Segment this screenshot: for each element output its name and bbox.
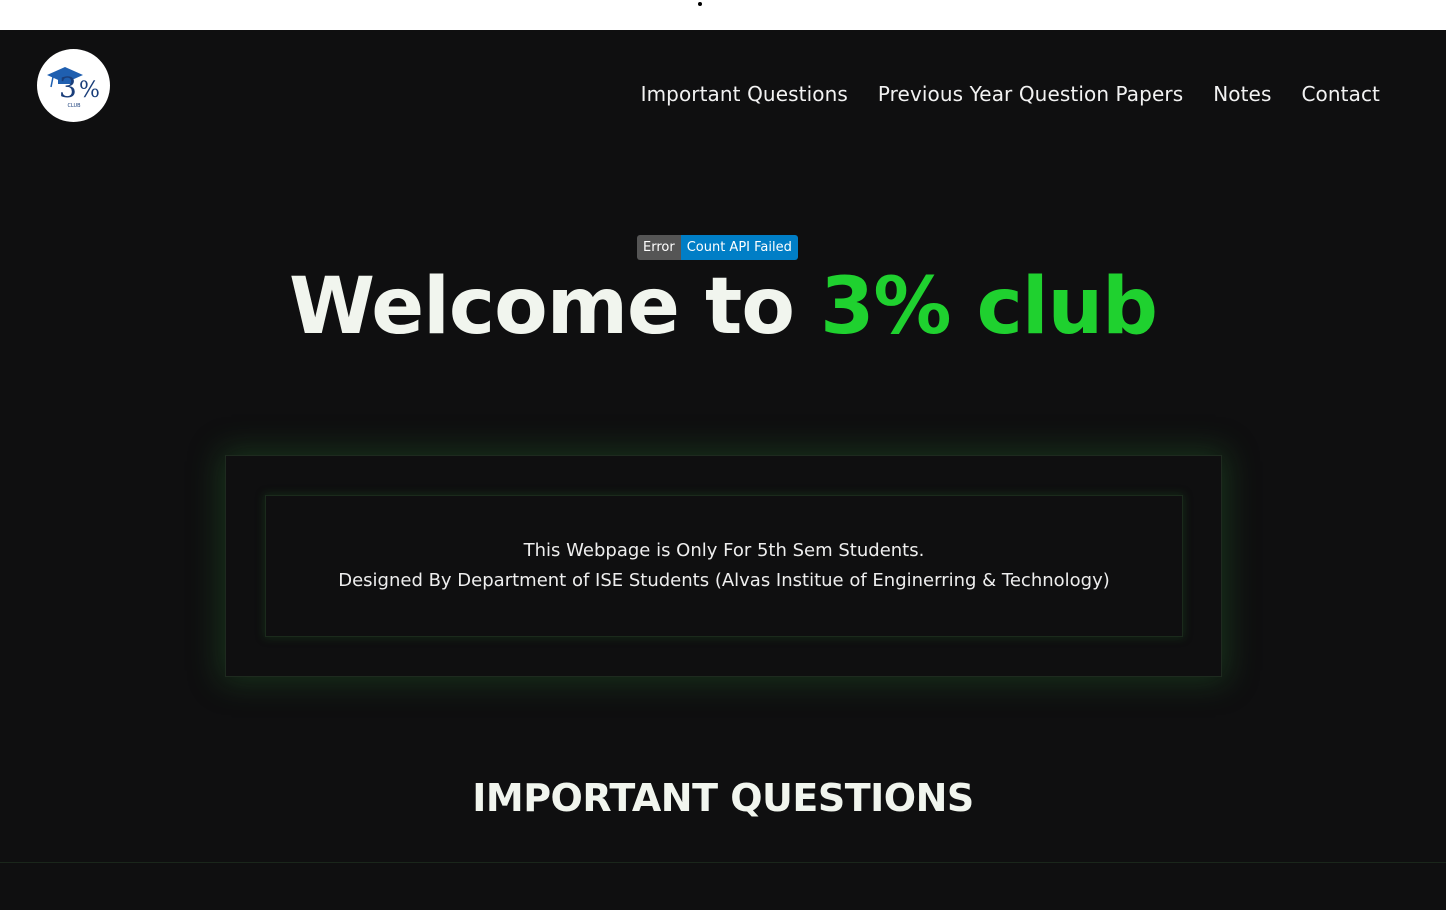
hero-title-prefix: Welcome to [289, 262, 795, 352]
nav-contact[interactable]: Contact [1301, 82, 1380, 106]
graduation-cap-logo-icon: 3 % CLUB [46, 66, 100, 109]
svg-text:3: 3 [59, 71, 77, 104]
hero-title: Welcome to 3% club [0, 262, 1446, 352]
nav-notes[interactable]: Notes [1213, 82, 1271, 106]
svg-text:CLUB: CLUB [67, 103, 81, 109]
badge-label: Error [637, 235, 681, 260]
page: 3 % CLUB Important Questions Previous Ye… [0, 30, 1446, 910]
nav-previous-year-papers[interactable]: Previous Year Question Papers [878, 82, 1183, 106]
next-section-peek [0, 863, 1446, 910]
badge-value: Count API Failed [680, 235, 798, 260]
hero-title-accent: 3% club [820, 262, 1158, 352]
info-line-1: This Webpage is Only For 5th Sem Student… [523, 540, 925, 561]
visit-count-badge: Error Count API Failed [637, 235, 798, 260]
svg-text:%: % [79, 78, 100, 103]
info-card-outer: This Webpage is Only For 5th Sem Student… [225, 455, 1222, 677]
dot-indicator [698, 2, 702, 6]
main-nav: Important Questions Previous Year Questi… [641, 82, 1380, 106]
section-title-important-questions: IMPORTANT QUESTIONS [472, 776, 974, 820]
browser-top-strip [0, 0, 1446, 30]
nav-important-questions[interactable]: Important Questions [641, 82, 848, 106]
site-logo[interactable]: 3 % CLUB [37, 49, 110, 122]
info-card-inner: This Webpage is Only For 5th Sem Student… [265, 495, 1183, 637]
info-line-2: Designed By Department of ISE Students (… [338, 570, 1110, 591]
